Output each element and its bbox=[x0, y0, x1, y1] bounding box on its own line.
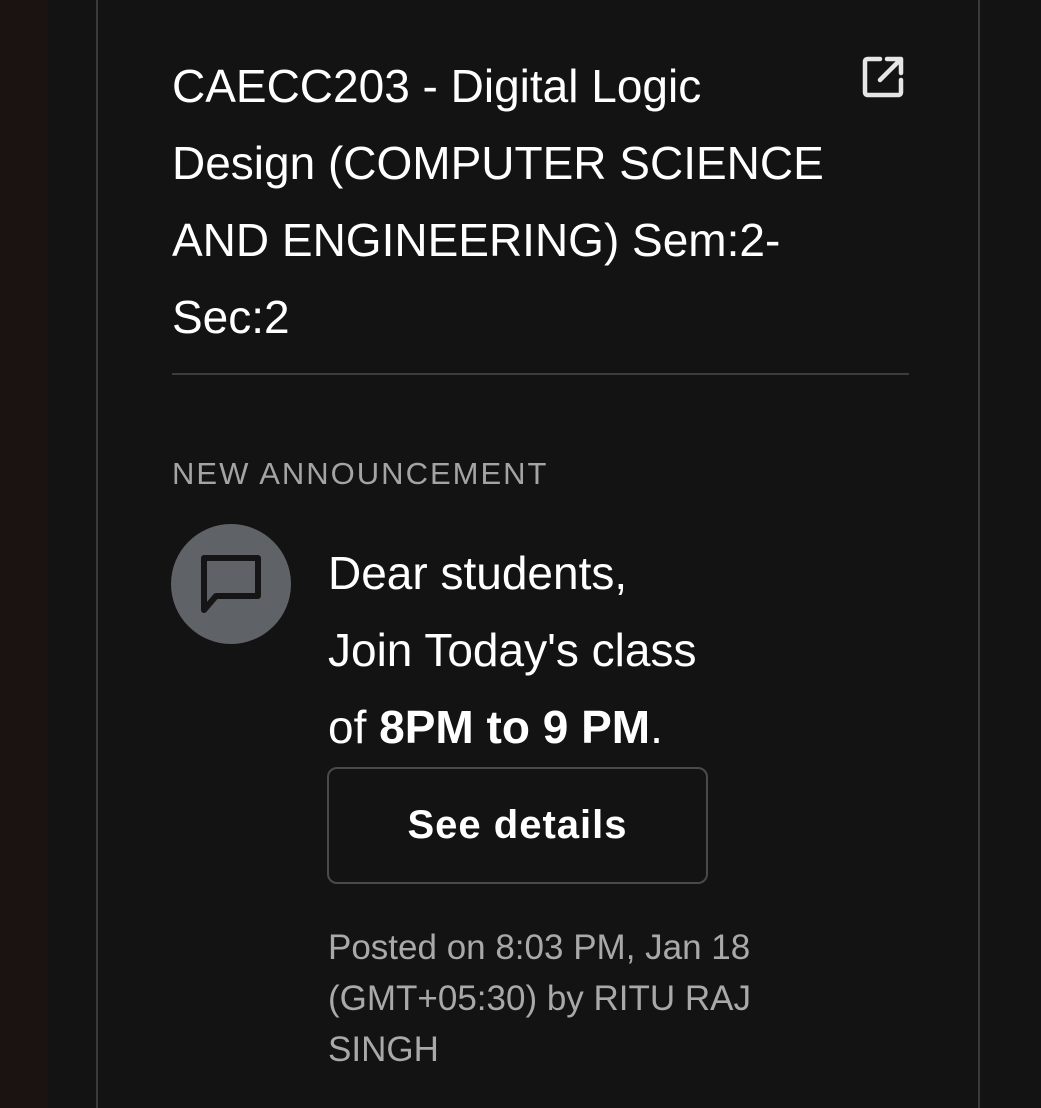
message-line-3: of 8PM to 9 PM. bbox=[328, 689, 928, 766]
course-title[interactable]: CAECC203 - Digital Logic Design (COMPUTE… bbox=[172, 48, 852, 356]
open-in-new-icon[interactable] bbox=[860, 54, 906, 100]
class-time: 8PM to 9 PM bbox=[379, 701, 651, 753]
message-line-3-prefix: of bbox=[328, 701, 380, 753]
message-line-3-suffix: . bbox=[650, 701, 663, 753]
message-line-1: Dear students, bbox=[328, 547, 628, 599]
chat-bubble-icon bbox=[201, 555, 261, 613]
see-details-button[interactable]: See details bbox=[327, 767, 708, 884]
section-label: NEW ANNOUNCEMENT bbox=[172, 456, 549, 491]
announcement-message: Dear students, Join Today's class of 8PM… bbox=[328, 535, 928, 766]
message-line-2: Join Today's class bbox=[328, 624, 697, 676]
announcement-avatar bbox=[171, 524, 291, 644]
title-divider bbox=[172, 373, 909, 375]
posted-info: Posted on 8:03 PM, Jan 18 (GMT+05:30) by… bbox=[328, 928, 752, 1069]
